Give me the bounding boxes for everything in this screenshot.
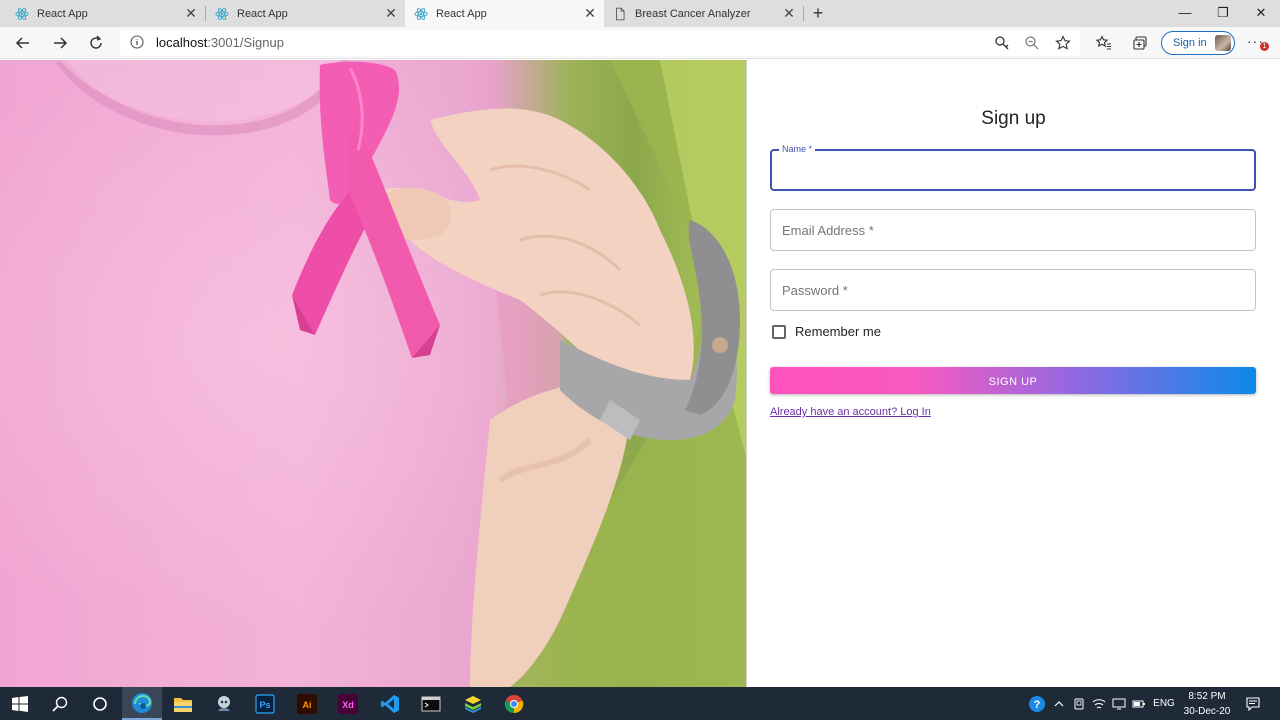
close-tab-icon[interactable]: ✕	[183, 5, 199, 22]
remember-me-checkbox[interactable]: Remember me	[770, 324, 881, 339]
email-field[interactable]: Email Address *	[770, 209, 1256, 251]
name-label: Name *	[779, 144, 816, 154]
password-field[interactable]: Password *	[770, 269, 1256, 311]
tab-title: React App	[37, 7, 88, 20]
language-indicator[interactable]: ENG	[1150, 687, 1178, 720]
login-link[interactable]: Already have an account? Log In	[770, 406, 931, 418]
refresh-icon	[90, 35, 102, 49]
chrome-icon[interactable]	[494, 687, 534, 720]
cortana-icon[interactable]	[80, 687, 120, 720]
tab-title: React App	[237, 7, 288, 20]
sign-up-button[interactable]: SIGN UP	[770, 367, 1256, 394]
browser-tab-strip: React App ✕ React App ✕ React App ✕ Brea…	[0, 0, 1280, 27]
wifi-icon[interactable]	[1090, 687, 1108, 720]
signup-form: Sign up Name * Email Address * Password …	[747, 60, 1280, 687]
app-icon[interactable]	[204, 687, 244, 720]
device-icon[interactable]	[1070, 687, 1088, 720]
arrow-left-icon	[15, 37, 29, 49]
browser-toolbar: localhost:3001/Signup Sign in ··· 1	[0, 27, 1280, 59]
password-placeholder: Password *	[782, 283, 848, 298]
tab-react-app-2[interactable]: React App ✕	[206, 0, 405, 27]
edge-icon[interactable]	[122, 687, 162, 720]
page-title: Sign up	[981, 108, 1046, 129]
clock[interactable]: 8:52 PM 30-Dec-20	[1178, 689, 1236, 719]
document-icon	[616, 7, 625, 20]
minimize-button[interactable]: —	[1166, 0, 1204, 27]
restore-button[interactable]: ❐	[1204, 0, 1242, 27]
sign-in-label: Sign in	[1173, 37, 1207, 49]
close-tab-icon[interactable]: ✕	[383, 5, 399, 22]
notification-badge: 1	[1260, 42, 1269, 51]
react-icon	[414, 7, 428, 20]
star-icon[interactable]	[1053, 33, 1073, 53]
remember-me-label: Remember me	[795, 324, 881, 339]
react-icon	[15, 7, 29, 20]
search-key-icon[interactable]	[992, 33, 1012, 53]
battery-icon[interactable]	[1130, 687, 1148, 720]
date: 30-Dec-20	[1183, 706, 1231, 717]
react-icon	[215, 7, 229, 20]
refresh-button[interactable]	[84, 32, 108, 54]
chevron-up-icon[interactable]	[1050, 687, 1068, 720]
help-icon[interactable]: ?	[1026, 687, 1048, 720]
illustrator-icon[interactable]: Ai	[287, 687, 327, 720]
tab-react-app-1[interactable]: React App ✕	[0, 0, 205, 27]
settings-more-button[interactable]: ··· 1	[1247, 33, 1271, 53]
xd-icon[interactable]: Xd	[328, 687, 368, 720]
url-text: localhost:3001/Signup	[156, 35, 284, 50]
close-tab-icon[interactable]: ✕	[781, 5, 797, 22]
tab-react-app-active[interactable]: React App ✕	[405, 0, 604, 27]
display-icon[interactable]	[1110, 687, 1128, 720]
avatar	[1215, 35, 1231, 51]
illustrator-label: Ai	[303, 700, 312, 710]
name-field[interactable]: Name *	[770, 144, 1256, 191]
hero-illustration	[55, 60, 747, 687]
xd-label: Xd	[342, 700, 354, 710]
new-tab-button[interactable]: +	[808, 3, 828, 23]
search-icon[interactable]	[40, 687, 80, 720]
signup-page: Sign up Name * Email Address * Password …	[0, 60, 1280, 687]
windows-start-icon[interactable]	[0, 687, 40, 720]
tab-divider	[803, 6, 804, 21]
tab-title: React App	[436, 7, 487, 20]
zoom-out-icon[interactable]	[1022, 33, 1042, 53]
windows-taskbar: Ps Ai Xd ? ENG 8:52 PM 30-Dec-20	[0, 687, 1280, 720]
collections-icon[interactable]	[1130, 33, 1150, 53]
terminal-icon[interactable]	[411, 687, 451, 720]
sign-up-label: SIGN UP	[988, 376, 1038, 388]
file-explorer-icon[interactable]	[163, 687, 203, 720]
close-tab-icon[interactable]: ✕	[582, 5, 598, 22]
photoshop-icon[interactable]: Ps	[245, 687, 285, 720]
time: 8:52 PM	[1188, 691, 1226, 702]
forward-button[interactable]	[48, 32, 72, 54]
tab-title: Breast Cancer Analyzer	[635, 7, 751, 20]
pink-ribbon-photo	[0, 60, 747, 687]
bluestacks-icon[interactable]	[453, 687, 493, 720]
info-icon[interactable]	[130, 35, 144, 49]
arrow-right-icon	[54, 37, 68, 49]
email-placeholder: Email Address *	[782, 223, 874, 238]
close-window-button[interactable]: ✕	[1242, 0, 1280, 27]
checkbox-icon[interactable]	[772, 324, 786, 339]
name-input[interactable]	[782, 161, 1242, 181]
photoshop-label: Ps	[259, 700, 270, 710]
address-bar[interactable]: localhost:3001/Signup	[120, 30, 1080, 56]
favorites-icon[interactable]	[1094, 33, 1114, 53]
vscode-icon[interactable]	[370, 687, 410, 720]
sign-in-button[interactable]: Sign in	[1161, 31, 1235, 55]
svg-text:?: ?	[1034, 699, 1041, 711]
notifications-icon[interactable]	[1242, 687, 1264, 720]
tab-breast-cancer-analyzer[interactable]: Breast Cancer Analyzer ✕	[604, 0, 803, 27]
back-button[interactable]	[11, 32, 35, 54]
